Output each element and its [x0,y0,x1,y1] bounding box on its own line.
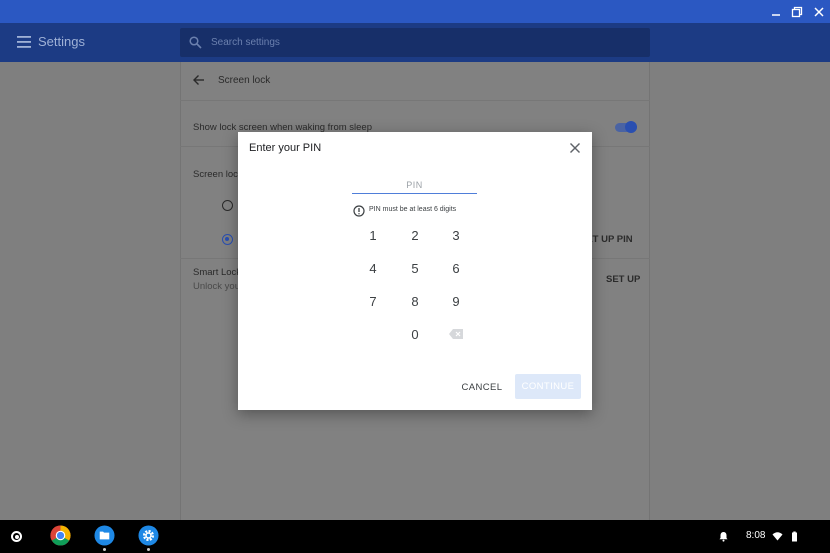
backspace-icon[interactable] [449,329,463,339]
notification-bell-icon[interactable] [718,531,729,542]
password-only-radio[interactable] [222,200,233,211]
running-indicator [147,548,150,551]
key-7[interactable]: 7 [358,289,388,313]
search-box[interactable] [180,28,650,57]
continue-button[interactable]: CONTINUE [515,374,581,399]
key-2[interactable]: 2 [400,223,430,247]
close-window-icon[interactable] [810,3,828,21]
smart-lock-description: Unlock you [193,281,240,292]
enter-pin-dialog: Enter your PIN PIN must be at least 6 di… [238,132,592,410]
close-icon[interactable] [569,142,581,154]
pin-or-password-radio[interactable] [222,234,233,245]
info-alert-icon [353,205,365,217]
key-8[interactable]: 8 [400,289,430,313]
hamburger-menu-icon[interactable] [17,36,31,48]
key-9[interactable]: 9 [441,289,471,313]
search-icon [189,36,202,49]
files-app-icon[interactable] [94,525,115,546]
running-indicator [103,548,106,551]
settings-app-icon[interactable] [138,525,159,546]
smart-lock-label: Smart Lock [193,267,242,278]
window-title-bar [0,0,830,23]
search-input[interactable] [211,34,631,51]
key-4[interactable]: 4 [358,256,388,280]
settings-app-bar: Settings [0,23,830,62]
system-clock[interactable]: 8:08 [746,530,765,541]
key-0[interactable]: 0 [400,322,430,346]
launcher-icon[interactable] [11,531,22,542]
pin-hint: PIN must be at least 6 digits [369,206,457,213]
key-3[interactable]: 3 [441,223,471,247]
smart-lock-setup-link[interactable]: SET UP [606,274,640,285]
restore-icon[interactable] [788,3,806,21]
key-1[interactable]: 1 [358,223,388,247]
key-5[interactable]: 5 [400,256,430,280]
key-6[interactable]: 6 [441,256,471,280]
minimize-icon[interactable] [767,3,785,21]
back-arrow-icon[interactable] [193,74,205,86]
shelf: 8:08 [0,520,830,553]
cancel-button[interactable]: CANCEL [455,375,509,399]
pin-input[interactable] [352,176,477,194]
wifi-icon[interactable] [772,531,783,542]
page-title: Screen lock [218,75,271,86]
battery-icon[interactable] [789,531,800,542]
divider [180,100,650,101]
app-title: Settings [38,34,85,49]
screen-lock-options-label: Screen lock [193,169,243,180]
dialog-title: Enter your PIN [249,142,322,154]
chrome-icon[interactable] [50,525,71,546]
toggle-knob [625,121,637,133]
